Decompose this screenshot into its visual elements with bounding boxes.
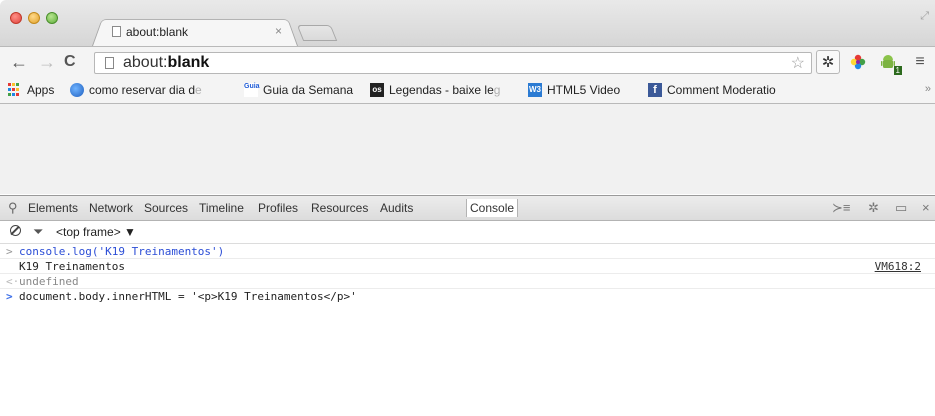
extension-color-flower-icon[interactable] [846, 50, 870, 74]
globe-icon [70, 83, 84, 97]
bookmarks-bar: Apps como reservar dia de Guia Guia da S… [0, 79, 935, 104]
console-toolbar: ⏷ <top frame> ▼ [0, 221, 935, 244]
zoom-window-button[interactable] [46, 12, 58, 24]
bookmark-apps[interactable]: Apps [8, 83, 54, 97]
console-log-text: K19 Treinamentos [19, 260, 125, 273]
search-icon[interactable]: ⚲ [8, 200, 18, 216]
title-bar: about:blank × ⤢ [0, 0, 935, 46]
tab-console[interactable]: Console [466, 199, 519, 217]
prompt-icon: > [6, 245, 13, 258]
bookmarks-overflow-icon[interactable]: » [925, 83, 931, 95]
os-icon: os [370, 83, 384, 97]
filter-icon[interactable]: ⏷ [33, 224, 43, 240]
console-result-line: <· undefined [0, 274, 935, 289]
clear-console-icon[interactable] [10, 225, 21, 236]
active-tab[interactable]: about:blank × [92, 16, 298, 46]
page-icon [112, 26, 121, 37]
browser-toolbar: ← → C about:blank ☆ ✲ 1 ≡ [0, 46, 935, 79]
w3-icon: W3 [528, 83, 542, 97]
bookmark-comment-moderation[interactable]: f Comment Moderatio [648, 83, 776, 97]
source-link[interactable]: VM618:2 [875, 260, 921, 273]
back-button[interactable]: ← [10, 52, 28, 72]
close-window-button[interactable] [10, 12, 22, 24]
bookmark-guia-da-semana[interactable]: Guia Guia da Semana [244, 83, 353, 97]
reload-button[interactable]: C [64, 52, 76, 72]
devtools-tab-bar: ⚲ Elements Network Sources Timeline Prof… [0, 196, 935, 221]
tab-profiles[interactable]: Profiles [258, 201, 298, 215]
url-text[interactable]: about:blank [123, 54, 209, 72]
console-drawer-icon[interactable]: ≻≡ [832, 200, 850, 216]
tab-timeline[interactable]: Timeline [199, 201, 244, 215]
tab-audits[interactable]: Audits [380, 201, 413, 215]
facebook-icon: f [648, 83, 662, 97]
minimize-window-button[interactable] [28, 12, 40, 24]
page-content [0, 104, 935, 194]
tab-title: about:blank [126, 25, 189, 39]
bookmark-star-icon[interactable]: ☆ [791, 53, 805, 73]
forward-button[interactable]: → [38, 52, 56, 72]
console-input-line[interactable]: > document.body.innerHTML = '<p>K19 Trei… [0, 289, 935, 304]
bookmark-como-reservar[interactable]: como reservar dia de [70, 83, 202, 97]
bookmark-legendas[interactable]: os Legendas - baixe leg [370, 83, 500, 97]
extension-badge: 1 [893, 66, 902, 75]
result-arrow-icon: <· [6, 275, 20, 288]
guia-icon: Guia [244, 83, 260, 97]
bookmark-html5-video[interactable]: W3 HTML5 Video [528, 83, 620, 97]
close-devtools-icon[interactable]: × [922, 200, 930, 215]
apps-grid-icon [8, 83, 22, 97]
console-command-text: console.log('K19 Treinamentos') [19, 245, 225, 258]
console-command-line: > console.log('K19 Treinamentos') [0, 244, 935, 259]
window-controls [10, 12, 58, 24]
extension-gear-icon[interactable]: ✲ [816, 50, 840, 74]
tab-network[interactable]: Network [89, 201, 133, 215]
devtools-panel: ⚲ Elements Network Sources Timeline Prof… [0, 195, 935, 416]
tab-close-icon[interactable]: × [275, 24, 282, 38]
console-result-text: undefined [19, 275, 79, 288]
input-prompt-icon: > [6, 290, 13, 303]
tab-sources[interactable]: Sources [144, 201, 188, 215]
dock-side-icon[interactable]: ▭ [895, 200, 907, 216]
settings-gear-icon[interactable]: ✲ [868, 200, 879, 216]
browser-window: about:blank × ⤢ ← → C about:blank ☆ ✲ 1 … [0, 0, 935, 416]
new-tab-button[interactable] [296, 25, 338, 41]
console-log-line: K19 Treinamentos VM618:2 [0, 259, 935, 274]
frame-selector[interactable]: <top frame> ▼ [56, 225, 136, 239]
extension-android-icon[interactable]: 1 [876, 50, 902, 75]
tab-resources[interactable]: Resources [311, 201, 368, 215]
chrome-menu-icon[interactable]: ≡ [908, 50, 932, 74]
page-icon [105, 57, 114, 69]
console-input-text[interactable]: document.body.innerHTML = '<p>K19 Treina… [19, 290, 357, 303]
console-output[interactable]: > console.log('K19 Treinamentos') K19 Tr… [0, 244, 935, 414]
fullscreen-icon[interactable]: ⤢ [920, 10, 929, 23]
address-bar[interactable]: about:blank ☆ [94, 52, 812, 74]
tab-elements[interactable]: Elements [28, 201, 78, 215]
